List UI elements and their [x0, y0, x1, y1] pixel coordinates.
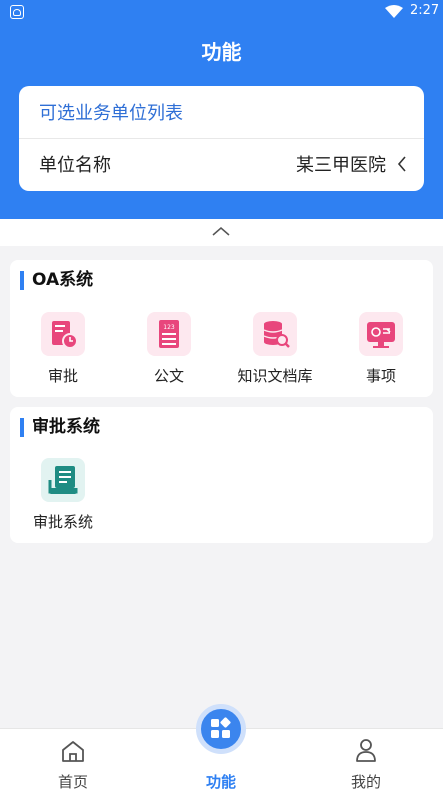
oa-section: OA系统 审批 123 公文 知识文档库 事项 [10, 260, 433, 397]
tile-approval-system[interactable]: 审批系统 [13, 458, 113, 532]
tile-label: 审批 [47, 367, 78, 385]
unit-card: 可选业务单位列表 单位名称 某三甲医院 [19, 86, 424, 191]
unit-list-link[interactable]: 可选业务单位列表 [39, 99, 183, 125]
document-icon: 123 [147, 312, 191, 356]
tile-knowledge-base[interactable]: 知识文档库 [225, 312, 325, 386]
section-title: OA系统 [20, 271, 93, 290]
approval-system-section: 审批系统 审批系统 [10, 407, 433, 543]
wifi-icon [385, 5, 403, 18]
unit-name-value: 某三甲医院 [296, 155, 386, 176]
tile-label: 知识文档库 [237, 367, 313, 385]
apps-grid-icon [211, 717, 231, 738]
status-bar: 2:27 [0, 0, 443, 24]
tile-approval[interactable]: 审批 [13, 312, 113, 386]
knowledge-base-icon [253, 312, 297, 356]
tab-label: 我的 [350, 773, 381, 791]
chevron-left-icon [397, 156, 406, 172]
chevron-up-icon [212, 227, 230, 236]
collapse-toggle[interactable] [0, 219, 443, 246]
user-icon [356, 739, 376, 762]
status-time: 2:27 [410, 3, 440, 18]
tile-label: 事项 [365, 367, 396, 385]
home-icon [62, 741, 84, 762]
svg-text:123: 123 [163, 324, 175, 331]
approval-system-icon [41, 458, 85, 502]
functions-fab-button[interactable] [196, 704, 246, 754]
tab-label: 功能 [205, 773, 236, 791]
section-title: 审批系统 [20, 418, 100, 437]
page-title: 功能 [201, 40, 242, 64]
tile-label: 公文 [153, 367, 184, 385]
approval-icon [41, 312, 85, 356]
app-notification-icon [10, 5, 24, 19]
unit-name-label: 单位名称 [39, 155, 111, 176]
tab-mine[interactable]: 我的 [316, 729, 416, 793]
tile-matters[interactable]: 事项 [331, 312, 431, 386]
matters-icon [359, 312, 403, 356]
divider [19, 138, 424, 139]
tab-home[interactable]: 首页 [23, 729, 123, 793]
tile-document[interactable]: 123 公文 [119, 312, 219, 386]
tile-label: 审批系统 [32, 513, 93, 531]
tab-label: 首页 [57, 773, 88, 791]
